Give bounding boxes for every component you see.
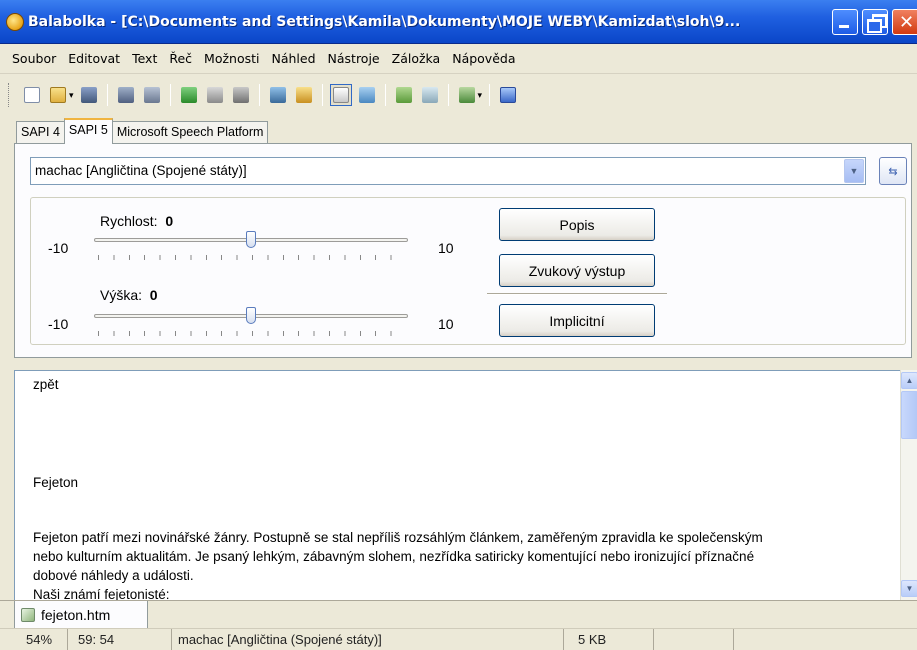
window-title: Balabolka - [C:\Documents and Settings\K… bbox=[28, 13, 741, 30]
rate-min-label: -10 bbox=[48, 240, 69, 256]
split-file-icon[interactable] bbox=[393, 84, 415, 106]
refresh-voices-button[interactable]: ⇆ bbox=[879, 157, 907, 185]
open-dropdown-icon[interactable]: ▾ bbox=[69, 90, 74, 101]
toolbar-separator bbox=[106, 84, 108, 106]
document-tabs: fejeton.htm bbox=[0, 600, 917, 629]
tab-sapi4[interactable]: SAPI 4 bbox=[16, 121, 65, 144]
editor-line: Fejeton bbox=[33, 475, 79, 490]
rate-label-text: Rychlost: bbox=[100, 213, 158, 229]
toolbar-grip[interactable] bbox=[8, 83, 11, 107]
scrollbar-thumb[interactable] bbox=[901, 391, 917, 439]
pause-icon[interactable] bbox=[204, 84, 226, 106]
sapi-tabs: SAPI 4 SAPI 5 Microsoft Speech Platform bbox=[16, 118, 269, 144]
stop-icon[interactable] bbox=[230, 84, 252, 106]
bookmark-dropdown-icon[interactable]: ▾ bbox=[478, 90, 483, 101]
pitch-slider-ticks bbox=[98, 331, 406, 336]
describe-button[interactable]: Popis bbox=[499, 208, 655, 241]
text-editor[interactable]: zpět Fejeton Fejeton patří mezi novinářs… bbox=[14, 370, 900, 600]
voice-select[interactable]: machac [Angličtina (Spojené státy)] ▼ bbox=[30, 157, 866, 185]
tab-microsoft-speech-platform[interactable]: Microsoft Speech Platform bbox=[111, 121, 269, 144]
toolbar-separator bbox=[258, 84, 260, 106]
status-empty-cell bbox=[654, 629, 734, 650]
pitch-label-text: Výška: bbox=[100, 287, 143, 303]
scroll-down-icon[interactable]: ▼ bbox=[901, 580, 917, 597]
document-tab-name: fejeton.htm bbox=[41, 606, 111, 623]
minimize-button[interactable] bbox=[832, 9, 858, 35]
toolbar-separator bbox=[447, 84, 449, 106]
menu-text[interactable]: Text bbox=[126, 48, 163, 69]
tab-sapi5[interactable]: SAPI 5 bbox=[63, 118, 113, 144]
toolbar-separator bbox=[169, 84, 171, 106]
balabolka-app-icon[interactable] bbox=[6, 12, 24, 31]
pitch-slider-thumb[interactable] bbox=[246, 307, 256, 324]
status-empty-cell bbox=[734, 629, 917, 650]
menu-napoveda[interactable]: Nápověda bbox=[446, 48, 521, 69]
menu-editovat[interactable]: Editovat bbox=[62, 48, 126, 69]
rate-slider-thumb[interactable] bbox=[246, 231, 256, 248]
pitch-min-label: -10 bbox=[48, 316, 69, 332]
toolbar-separator bbox=[489, 84, 491, 106]
status-position: 59: 54 bbox=[68, 629, 172, 650]
open-audio-folder-icon[interactable] bbox=[293, 84, 315, 106]
close-button[interactable]: ✕ bbox=[892, 9, 917, 35]
chevron-down-icon[interactable]: ▼ bbox=[844, 159, 864, 183]
title-bar: Balabolka - [C:\Documents and Settings\K… bbox=[0, 0, 917, 44]
help-icon[interactable] bbox=[497, 84, 519, 106]
toolbar-separator bbox=[384, 84, 386, 106]
options-icon[interactable] bbox=[329, 84, 352, 106]
editor-vertical-scrollbar[interactable]: ▲ ▼ bbox=[900, 370, 917, 600]
default-button[interactable]: Implicitní bbox=[499, 304, 655, 337]
pitch-value: 0 bbox=[149, 287, 158, 303]
button-separator bbox=[487, 293, 667, 295]
toolbar: ▾ ▾ bbox=[0, 75, 917, 115]
html-file-icon bbox=[21, 607, 35, 622]
editor-line: zpět bbox=[33, 377, 59, 392]
bookmark-icon[interactable] bbox=[456, 84, 478, 106]
read-clipboard-icon[interactable] bbox=[141, 84, 163, 106]
editor-line: dobové náhledy a události. bbox=[33, 568, 194, 583]
menu-nahled[interactable]: Náhled bbox=[265, 48, 321, 69]
pitch-label: Výška: 0 bbox=[100, 287, 158, 303]
menu-soubor[interactable]: Soubor bbox=[6, 48, 62, 69]
voice-settings-icon[interactable] bbox=[356, 84, 378, 106]
read-aloud-icon[interactable] bbox=[115, 84, 137, 106]
close-icon: ✕ bbox=[899, 12, 915, 33]
editor-line: Fejeton patří mezi novinářské žánry. Pos… bbox=[33, 530, 763, 545]
menu-zalozka[interactable]: Záložka bbox=[386, 48, 447, 69]
batch-convert-icon[interactable] bbox=[419, 84, 441, 106]
new-document-icon[interactable] bbox=[21, 84, 43, 106]
menu-moznosti[interactable]: Možnosti bbox=[198, 48, 265, 69]
document-tab[interactable]: fejeton.htm bbox=[14, 601, 148, 629]
refresh-icon: ⇆ bbox=[888, 165, 898, 178]
play-icon[interactable] bbox=[178, 84, 200, 106]
rate-slider[interactable] bbox=[94, 231, 410, 264]
toolbar-separator bbox=[321, 84, 323, 106]
status-bar: 54% 59: 54 machac [Angličtina (Spojené s… bbox=[0, 628, 917, 650]
open-folder-icon[interactable] bbox=[47, 84, 69, 106]
rate-max-label: 10 bbox=[438, 240, 454, 256]
status-file-size: 5 KB bbox=[564, 629, 654, 650]
editor-line: Naši známí fejetonisté: bbox=[33, 587, 170, 600]
save-audio-icon[interactable] bbox=[267, 84, 289, 106]
rate-label: Rychlost: 0 bbox=[100, 213, 173, 229]
scroll-up-icon[interactable]: ▲ bbox=[901, 372, 917, 389]
status-voice: machac [Angličtina (Spojené státy)] bbox=[172, 629, 564, 650]
maximize-button[interactable] bbox=[862, 9, 888, 35]
menu-rec[interactable]: Řeč bbox=[163, 48, 198, 69]
pitch-slider[interactable] bbox=[94, 307, 410, 340]
audio-output-button[interactable]: Zvukový výstup bbox=[499, 254, 655, 287]
pitch-max-label: 10 bbox=[438, 316, 454, 332]
rate-slider-ticks bbox=[98, 255, 406, 260]
editor-line: nebo kulturním aktualitám. Je psaný lehk… bbox=[33, 549, 755, 564]
menu-bar: Soubor Editovat Text Řeč Možnosti Náhled… bbox=[0, 44, 917, 74]
rate-value: 0 bbox=[165, 213, 174, 229]
menu-nastroje[interactable]: Nástroje bbox=[322, 48, 386, 69]
save-icon[interactable] bbox=[78, 84, 100, 106]
voice-select-value: machac [Angličtina (Spojené státy)] bbox=[35, 163, 247, 178]
status-zoom: 54% bbox=[20, 629, 68, 650]
